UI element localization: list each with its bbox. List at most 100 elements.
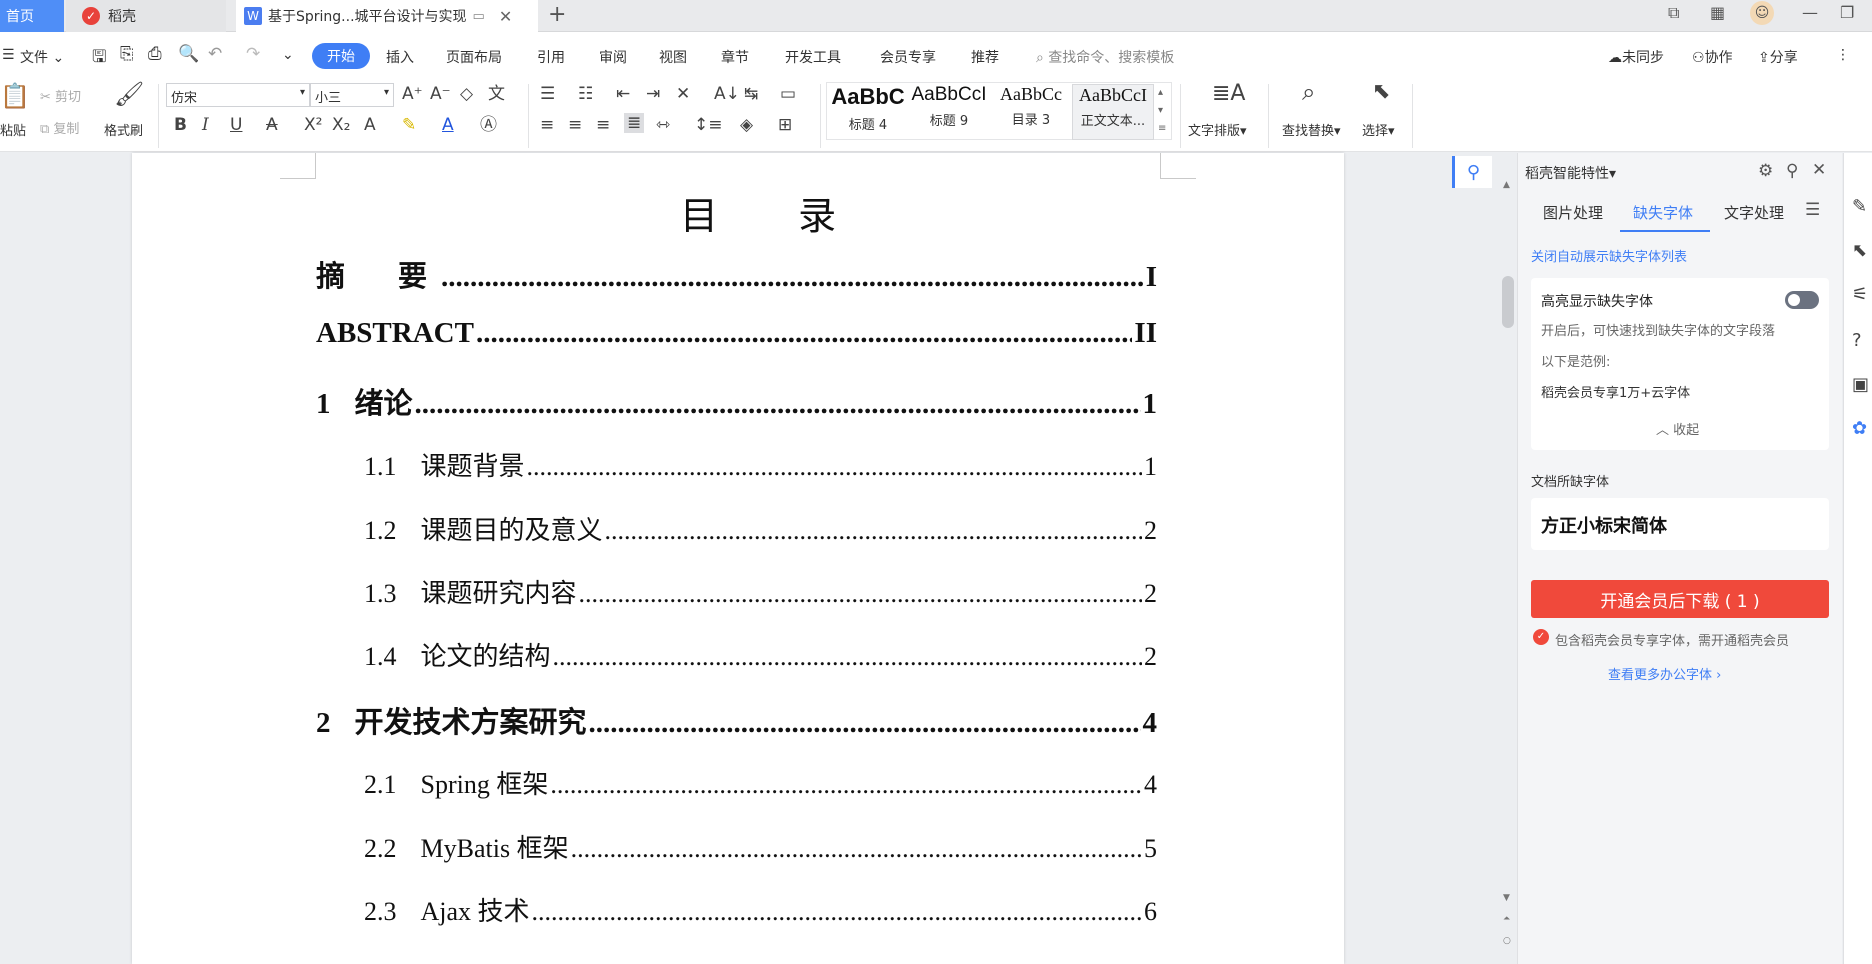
panel-menu-icon[interactable]: ☰ [1805,200,1820,220]
shrink-font-icon[interactable]: A⁻ [430,84,451,104]
decrease-indent-icon[interactable]: ⇤ [616,84,630,104]
toc-entry[interactable]: 2.3 Ajax 技术 6 [316,891,1157,928]
sort-icon[interactable]: A↓ [714,84,740,104]
menu-recommend[interactable]: 推荐 [971,47,999,67]
download-fonts-button[interactable]: 开通会员后下载 ( 1 ) [1531,580,1829,618]
scroll-down-icon[interactable]: ▼ [1503,893,1510,903]
italic-icon[interactable]: I [202,115,209,135]
panel-close-icon[interactable]: ✕ [1812,160,1826,180]
toc-entry[interactable]: 2.1 Spring 框架 4 [316,764,1157,801]
new-tab-button[interactable]: + [548,2,566,27]
paste-icon[interactable]: 📋 [0,84,30,108]
font-color-icon[interactable]: A [442,115,454,135]
shading-icon[interactable]: ◈ [740,115,753,135]
strikethrough-icon[interactable]: A [266,115,278,135]
vertical-scrollbar[interactable] [1500,153,1516,964]
text-direction-icon[interactable]: ↹ [744,84,758,104]
paste-button[interactable]: 粘贴 [0,120,26,139]
style-heading4[interactable]: AaBbC 标题 4 [828,84,908,140]
grid-apps-icon[interactable]: ▦ [1710,3,1725,22]
menu-page-layout[interactable]: 页面布局 [446,47,502,67]
font-family-select[interactable]: 仿宋 ▾ [166,83,310,107]
bold-icon[interactable]: B [174,115,187,135]
print-preview-icon[interactable]: 🔍 [178,44,199,64]
text-effect-icon[interactable]: A [364,115,376,135]
close-auto-show-link[interactable]: 关闭自动展示缺失字体列表 [1531,246,1687,265]
bullet-list-icon[interactable]: ☰ [540,84,555,104]
sync-button[interactable]: ☁未同步 [1608,47,1664,67]
prev-page-icon[interactable]: ⏶ [1503,914,1510,924]
toc-entry[interactable]: ABSTRACT II [316,317,1157,350]
export-pdf-icon[interactable]: ⎘ [120,44,134,64]
select-cursor-icon[interactable]: ⬉ [1852,240,1867,261]
layout-icon[interactable]: ⧉ [1668,3,1679,23]
adjust-sliders-icon[interactable]: ⚟ [1852,284,1868,305]
toc-entry[interactable]: 1.2 课题目的及意义 2 [316,510,1157,547]
collaborate-button[interactable]: ⚇协作 [1692,47,1733,67]
font-size-select[interactable]: 小三 ▾ [310,83,394,107]
style-scroll-icon[interactable]: ▴ ▾ ≡ [1158,84,1166,138]
save-icon[interactable]: 🖫 [92,44,106,73]
text-layout-icon[interactable]: ≣A [1212,83,1245,105]
minimize-icon[interactable]: — [1802,3,1818,22]
command-search[interactable]: ⌕ 查找命令、搜索模板 [1036,47,1174,67]
close-tab-icon[interactable]: ✕ [499,7,512,26]
smart-features-icon[interactable]: ✿ [1852,418,1867,439]
highlight-icon[interactable]: ✎ [402,115,416,135]
align-left-icon[interactable]: ≡ [540,115,554,135]
borders-icon[interactable]: ⊞ [778,115,792,135]
pinyin-icon[interactable]: 文 [488,84,505,104]
toc-entry[interactable]: 1.1 课题背景 1 [316,446,1157,483]
menu-developer[interactable]: 开发工具 [785,47,841,67]
scroll-up-icon[interactable]: ▲ [1503,180,1510,190]
increase-indent-icon[interactable]: ⇥ [646,84,660,104]
copy-button[interactable]: ⧉ 复制 [40,118,79,137]
align-right-icon[interactable]: ≡ [596,115,610,135]
style-toc3[interactable]: AaBbCc 目录 3 [990,84,1072,140]
menu-start[interactable]: 开始 [312,43,370,69]
collapse-button[interactable]: ︿ 收起 [1656,419,1699,438]
select-button[interactable]: 选择▾ [1362,120,1395,139]
panel-tab-missing-fonts[interactable]: 缺失字体 [1633,202,1693,223]
distribute-icon[interactable]: ⇿ [656,115,670,135]
menu-review[interactable]: 审阅 [599,47,627,67]
toc-entry[interactable]: 1 绪论 1 [316,380,1157,422]
toc-entry[interactable]: 1.4 论文的结构 2 [316,636,1157,673]
numbered-list-icon[interactable]: ☷ [578,84,593,104]
clear-format-icon[interactable]: ◇ [460,84,473,104]
panel-title[interactable]: 稻壳智能特性▾ [1525,163,1616,183]
image-tool-icon[interactable]: ▣ [1852,374,1869,395]
hamburger-icon[interactable]: ☰ [2,47,15,63]
menu-section[interactable]: 章节 [721,47,749,67]
menu-insert[interactable]: 插入 [386,47,414,67]
chinese-layout-icon[interactable]: ✕ [676,84,690,104]
toc-entry[interactable]: 2.2 MyBatis 框架 5 [316,828,1157,865]
tab-home[interactable]: 首页 [0,0,64,32]
tab-daoke[interactable]: ✓ 稻壳 [66,0,226,32]
cursor-icon[interactable]: ⬉ [1372,81,1390,103]
find-replace-icon[interactable]: ⌕ [1302,80,1315,104]
scroll-thumb[interactable] [1502,276,1514,328]
underline-icon[interactable]: U [230,115,242,135]
redo-icon[interactable]: ↷ [246,44,260,64]
style-body-text[interactable]: AaBbCcI 正文文本... [1072,84,1154,140]
justify-icon[interactable]: ≣ [624,113,645,133]
help-icon[interactable]: ? [1852,330,1862,351]
panel-tab-text[interactable]: 文字处理 [1724,202,1784,223]
pin-icon[interactable]: ⚲ [1786,161,1798,181]
toc-entry[interactable]: 1.3 课题研究内容 2 [316,573,1157,610]
share-button[interactable]: ⇪分享 [1758,47,1798,67]
undo-icon[interactable]: ↶ [208,44,222,64]
superscript-icon[interactable]: X² [304,115,322,135]
screen-icon[interactable]: ▭ [473,9,485,24]
toc-entry[interactable]: 2 开发技术方案研究 4 [316,699,1157,741]
style-heading9[interactable]: AaBbCcI 标题 9 [908,84,990,140]
restore-icon[interactable]: ❐ [1840,3,1854,22]
more-fonts-link[interactable]: 查看更多办公字体 › [1608,664,1721,683]
browse-object-icon[interactable]: ○ [1503,936,1511,946]
menu-member[interactable]: 会员专享 [880,47,936,67]
avatar[interactable]: ☺ [1750,1,1774,25]
char-border-icon[interactable]: Ⓐ [480,115,497,135]
menu-view[interactable]: 视图 [659,47,687,67]
cut-button[interactable]: ✂ 剪切 [40,86,81,105]
